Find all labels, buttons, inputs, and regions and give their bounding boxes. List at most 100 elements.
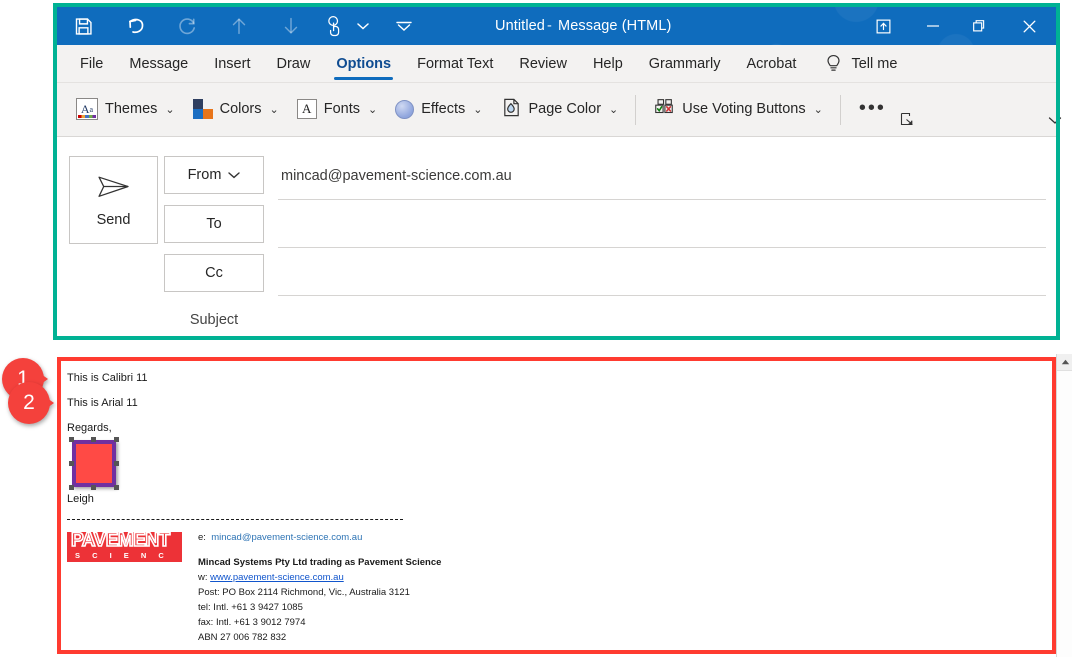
annotation-marker-2-number: 2 — [8, 382, 50, 424]
signature-tel: tel: Intl. +61 3 9427 1085 — [198, 602, 303, 614]
tab-file[interactable]: File — [67, 45, 116, 83]
voting-buttons-chevron-down-icon[interactable]: ⌄ — [814, 103, 823, 116]
tab-options[interactable]: Options — [323, 45, 404, 83]
message-body-editor[interactable]: This is Calibri 11 This is Arial 11 Rega… — [61, 361, 1052, 650]
redo-icon[interactable] — [161, 7, 213, 45]
page-color-button[interactable]: Page Color ⌄ — [492, 92, 628, 126]
signature-details: e: mincad@pavement-science.com.au Mincad… — [198, 530, 441, 645]
ribbon-separator-2 — [839, 95, 841, 125]
dialog-box-launcher-icon[interactable] — [900, 112, 914, 126]
use-voting-buttons-button[interactable]: Use Voting Buttons ⌄ — [644, 92, 832, 126]
colors-chevron-down-icon[interactable]: ⌄ — [270, 103, 279, 116]
send-button[interactable]: Send — [69, 156, 158, 244]
effects-label: Effects — [421, 100, 466, 117]
effects-icon — [395, 99, 415, 119]
title-bar: Untitled - Message (HTML) — [57, 7, 1056, 45]
tab-message[interactable]: Message — [116, 45, 201, 83]
window-title: Untitled - Message (HTML) — [495, 18, 671, 34]
resize-handle-bottom[interactable] — [91, 485, 96, 491]
tell-me-label: Tell me — [851, 55, 898, 72]
fonts-button[interactable]: A Fonts ⌄ — [288, 92, 386, 126]
tab-acrobat[interactable]: Acrobat — [733, 45, 809, 83]
signature-abn: ABN 27 006 782 832 — [198, 632, 287, 644]
resize-handle-bottom-left[interactable] — [69, 485, 74, 491]
inline-image-placeholder[interactable] — [69, 437, 119, 491]
lightbulb-icon — [825, 54, 842, 73]
resize-handle-top-left[interactable] — [69, 437, 74, 443]
ribbon-separator-1 — [635, 95, 637, 125]
tab-review[interactable]: Review — [506, 45, 580, 83]
tell-me-search[interactable]: Tell me — [809, 54, 897, 73]
ribbon-group-tracking: Use Voting Buttons ⌄ — [644, 83, 832, 127]
tab-help[interactable]: Help — [580, 45, 636, 83]
themes-icon: Aa — [76, 98, 98, 120]
ribbon-display-options-icon[interactable] — [856, 7, 910, 45]
signature-divider — [67, 519, 403, 521]
signature-company: Mincad Systems Pty Ltd trading as Paveme… — [198, 557, 442, 569]
save-icon[interactable] — [57, 7, 109, 45]
compose-header-panel: Send From To Cc Subject mincad@pavement-… — [57, 137, 1056, 340]
resize-handle-bottom-right[interactable] — [114, 485, 119, 491]
resize-handle-top-right[interactable] — [114, 437, 119, 443]
colors-button[interactable]: Colors ⌄ — [184, 92, 288, 126]
touch-mode-chevron-down-icon[interactable] — [351, 7, 375, 45]
message-body-highlight: This is Calibri 11 This is Arial 11 Rega… — [57, 357, 1056, 654]
page-color-chevron-down-icon[interactable]: ⌄ — [609, 103, 618, 116]
minimize-icon[interactable] — [910, 7, 956, 45]
resize-handle-left[interactable] — [69, 460, 74, 466]
cc-field[interactable] — [278, 248, 1046, 296]
tab-grammarly[interactable]: Grammarly — [636, 45, 734, 83]
signature-web-link[interactable]: www.pavement-science.com.au — [210, 572, 344, 583]
window-title-separator: - — [546, 18, 552, 34]
signature-fax: fax: Intl. +61 3 9012 7974 — [198, 617, 306, 629]
maximize-restore-icon[interactable] — [956, 7, 1002, 45]
colors-label: Colors — [219, 100, 262, 117]
effects-chevron-down-icon[interactable]: ⌄ — [473, 103, 482, 116]
signature-email-link[interactable]: mincad@pavement-science.com.au — [211, 532, 362, 543]
tab-format-text[interactable]: Format Text — [404, 45, 506, 83]
undo-icon[interactable] — [109, 7, 161, 45]
resize-handle-top[interactable] — [91, 437, 96, 443]
page-color-icon — [501, 97, 522, 122]
themes-button[interactable]: Aa Themes ⌄ — [67, 92, 184, 126]
scroll-up-arrow-icon[interactable] — [1057, 354, 1072, 371]
move-up-icon[interactable] — [213, 7, 265, 45]
effects-button[interactable]: Effects ⌄ — [386, 92, 491, 126]
ribbon-group-themes: Aa Themes ⌄ Colors ⌄ A Fonts ⌄ Effects ⌄ — [67, 83, 627, 127]
themes-chevron-down-icon[interactable]: ⌄ — [165, 103, 174, 116]
to-field[interactable] — [278, 200, 1046, 248]
from-button[interactable]: From — [164, 156, 264, 194]
tab-insert[interactable]: Insert — [201, 45, 263, 83]
window-controls — [856, 7, 1056, 45]
fonts-label: Fonts — [323, 100, 360, 117]
collapse-ribbon-chevron-icon[interactable] — [1044, 110, 1066, 130]
subject-field[interactable] — [278, 296, 1046, 344]
from-field[interactable]: mincad@pavement-science.com.au — [278, 152, 1046, 200]
ribbon-command-bar: Aa Themes ⌄ Colors ⌄ A Fonts ⌄ Effects ⌄ — [57, 83, 1056, 137]
body-signer-name: Leigh — [67, 493, 94, 506]
email-signature: PAVEMENT S C I E N C E e: mincad@pavemen… — [67, 530, 1052, 645]
from-chevron-down-icon[interactable] — [228, 167, 241, 183]
to-button[interactable]: To — [164, 205, 264, 243]
body-vertical-scrollbar[interactable] — [1056, 354, 1072, 657]
signature-post: Post: PO Box 2114 Richmond, Vic., Austra… — [198, 587, 410, 599]
voting-buttons-icon — [653, 96, 675, 122]
signature-email-row: e: mincad@pavement-science.com.au — [198, 530, 441, 545]
cc-button[interactable]: Cc — [164, 254, 264, 292]
themes-label: Themes — [105, 100, 158, 117]
resize-handle-right[interactable] — [114, 460, 119, 466]
body-line-regards: Regards, — [67, 422, 112, 435]
app-root: Untitled - Message (HTML) File Message I… — [0, 0, 1072, 657]
colors-icon — [192, 99, 213, 119]
send-label: Send — [96, 211, 131, 228]
scrollbar-track[interactable] — [1057, 371, 1072, 657]
touch-mode-icon[interactable] — [317, 7, 351, 45]
tab-draw[interactable]: Draw — [263, 45, 323, 83]
ribbon-overflow-button[interactable]: ••• — [849, 97, 896, 120]
logo-subtitle: S C I E N C E — [75, 551, 169, 562]
quick-access-toolbar — [57, 7, 433, 45]
fonts-chevron-down-icon[interactable]: ⌄ — [368, 103, 377, 116]
close-icon[interactable] — [1002, 7, 1056, 45]
customize-qat-chevron-icon[interactable] — [375, 7, 433, 45]
move-down-icon[interactable] — [265, 7, 317, 45]
